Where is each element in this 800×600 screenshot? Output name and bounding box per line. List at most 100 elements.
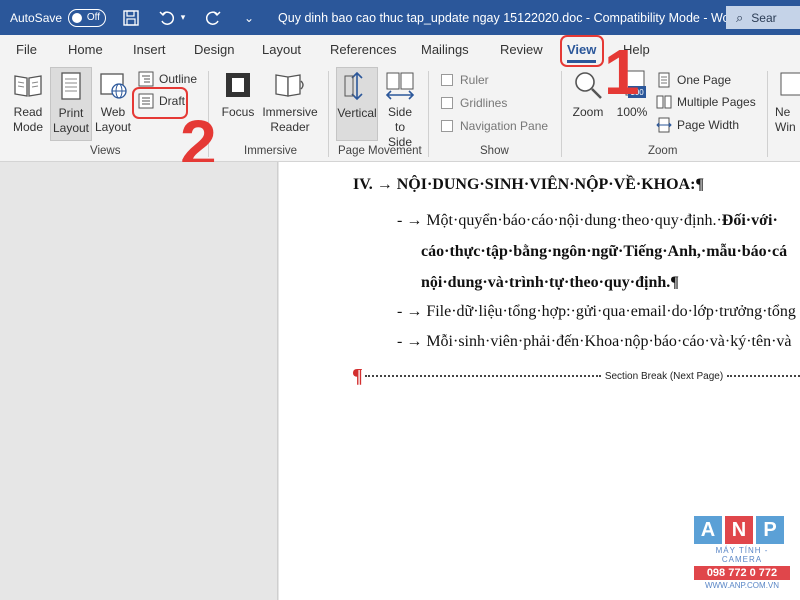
gridlines-check-box bbox=[441, 97, 453, 109]
magnifier-icon bbox=[572, 69, 604, 101]
save-icon[interactable] bbox=[120, 7, 142, 29]
pilcrow-mark: ¶ bbox=[352, 364, 363, 387]
group-divider bbox=[767, 71, 768, 157]
ribbon: Read Mode Print Layout Web Layout Outlin… bbox=[0, 65, 800, 162]
book-icon bbox=[12, 69, 44, 101]
page-width-icon bbox=[656, 117, 672, 133]
undo-dropdown-icon[interactable]: ▾ bbox=[178, 7, 188, 29]
tab-mailings[interactable]: Mailings bbox=[421, 42, 469, 57]
logo-phone: 098 772 0 772 bbox=[694, 566, 790, 580]
gridlines-label: Gridlines bbox=[460, 96, 508, 110]
group-divider bbox=[428, 71, 429, 157]
group-divider bbox=[561, 71, 562, 157]
tab-insert[interactable]: Insert bbox=[133, 42, 166, 57]
search-icon: ⌕ bbox=[736, 9, 744, 25]
section-break-dots bbox=[727, 375, 800, 377]
zoom-button[interactable]: Zoom bbox=[568, 69, 608, 120]
redo-icon[interactable] bbox=[202, 7, 224, 29]
bullet-1-line-2: cáo·thực·tập·bằng·ngôn·ngữ·Tiếng·Anh,·mẫ… bbox=[421, 243, 788, 260]
web-layout-label: Web Layout bbox=[94, 105, 132, 134]
focus-icon bbox=[222, 69, 254, 101]
section-break: ¶ Section Break (Next Page) bbox=[352, 365, 800, 387]
document-title: Quy dinh bao cao thuc tap_update ngay 15… bbox=[278, 10, 741, 25]
zoom-group-label: Zoom bbox=[648, 145, 678, 157]
bullet-2: - → File·dữ·liệu·tổng·hợp:·gửi·qua·email… bbox=[397, 303, 796, 320]
search-box[interactable]: ⌕ Sear bbox=[726, 6, 800, 29]
read-mode-label: Read Mode bbox=[12, 105, 44, 134]
logo-subtitle: MÁY TÍNH - CAMERA bbox=[715, 546, 769, 564]
tab-design[interactable]: Design bbox=[194, 42, 234, 57]
autosave-label: AutoSave bbox=[10, 10, 63, 25]
tab-references[interactable]: References bbox=[330, 42, 396, 57]
tab-file[interactable]: File bbox=[16, 42, 37, 57]
print-layout-button[interactable]: Print Layout bbox=[50, 67, 92, 141]
tab-review[interactable]: Review bbox=[500, 42, 543, 57]
views-group-label: Views bbox=[90, 145, 121, 157]
page-movement-group-label: Page Movement bbox=[338, 145, 422, 157]
toggle-knob bbox=[72, 12, 83, 23]
tab-home[interactable]: Home bbox=[68, 42, 103, 57]
side-to-side-icon bbox=[384, 69, 416, 101]
logo-letter-n: N bbox=[725, 516, 753, 544]
page-icon bbox=[55, 70, 87, 102]
group-divider bbox=[328, 71, 329, 157]
web-layout-button[interactable]: Web Layout bbox=[94, 69, 132, 135]
focus-button[interactable]: Focus bbox=[220, 69, 256, 120]
autosave-toggle[interactable]: Off bbox=[68, 8, 107, 27]
vertical-button[interactable]: Vertical bbox=[336, 67, 378, 141]
outline-button[interactable]: Outline bbox=[138, 69, 197, 89]
section-break-dots bbox=[364, 375, 601, 377]
gridlines-checkbox[interactable]: Gridlines bbox=[441, 93, 507, 113]
immersive-reader-label: Immersive Reader bbox=[262, 105, 318, 134]
one-page-icon bbox=[656, 72, 672, 88]
ruler-check-box bbox=[441, 74, 453, 86]
new-window-label: Ne Win bbox=[775, 105, 796, 134]
side-to-side-button[interactable]: Side to Side bbox=[382, 69, 418, 150]
new-window-button[interactable]: Ne Win bbox=[775, 69, 800, 135]
print-layout-label: Print Layout bbox=[52, 106, 90, 135]
multiple-pages-icon bbox=[656, 94, 672, 110]
page-width-label: Page Width bbox=[677, 118, 740, 132]
navigation-pane-checkbox[interactable]: Navigation Pane bbox=[441, 116, 548, 136]
multiple-pages-button[interactable]: Multiple Pages bbox=[656, 92, 756, 112]
focus-label: Focus bbox=[221, 105, 255, 119]
view-tab-highlight bbox=[560, 35, 604, 67]
page-width-button[interactable]: Page Width bbox=[656, 115, 739, 135]
outline-icon bbox=[138, 71, 154, 87]
side-to-side-label: Side to Side bbox=[387, 105, 413, 149]
immersive-reader-button[interactable]: Immersive Reader bbox=[260, 69, 320, 135]
globe-page-icon bbox=[97, 69, 129, 101]
navigation-pane-label: Navigation Pane bbox=[460, 119, 549, 133]
bullet-3: - → Mỗi·sinh·viên·phải·đến·Khoa·nộp·báo·… bbox=[397, 333, 792, 350]
bullet-1-bold-text: Đối·với· bbox=[721, 212, 778, 229]
ribbon-tabs: File Home Insert Design Layout Reference… bbox=[0, 35, 800, 65]
title-bar: AutoSave Off ▾ ⌄ Quy dinh bao cao thuc t… bbox=[0, 0, 800, 35]
ruler-label: Ruler bbox=[460, 73, 489, 87]
bullet-1-text: - → Một·quyển·báo·cáo·nội·dung·theo·quy·… bbox=[397, 212, 722, 229]
one-page-label: One Page bbox=[677, 73, 732, 87]
bullet-1-line-1: - → Một·quyển·báo·cáo·nội·dung·theo·quy·… bbox=[397, 212, 778, 230]
immersive-group-label: Immersive bbox=[244, 145, 298, 157]
anp-watermark-logo: A N P MÁY TÍNH - CAMERA 098 772 0 772 WW… bbox=[694, 516, 790, 594]
navigation-pane-check-box bbox=[441, 120, 453, 132]
search-label: Sear bbox=[751, 10, 777, 25]
vertical-label: Vertical bbox=[337, 106, 377, 120]
one-page-button[interactable]: One Page bbox=[656, 70, 731, 90]
read-mode-button[interactable]: Read Mode bbox=[10, 69, 46, 135]
customize-toolbar-icon[interactable]: ⌄ bbox=[238, 7, 260, 29]
immersive-reader-icon bbox=[274, 69, 306, 101]
bullet-1-line-3: nội·dung·và·trình·tự·theo·quy·định.¶ bbox=[421, 274, 679, 291]
zoom-label: Zoom bbox=[572, 105, 604, 119]
logo-letter-a: A bbox=[694, 516, 722, 544]
logo-letter-p: P bbox=[756, 516, 784, 544]
tab-layout[interactable]: Layout bbox=[262, 42, 301, 57]
section-break-label: Section Break (Next Page) bbox=[604, 370, 724, 382]
toggle-state: Off bbox=[86, 12, 101, 23]
new-window-icon bbox=[775, 69, 800, 101]
multiple-pages-label: Multiple Pages bbox=[677, 95, 756, 109]
ruler-checkbox[interactable]: Ruler bbox=[441, 70, 489, 90]
outline-label: Outline bbox=[159, 72, 198, 86]
undo-icon[interactable] bbox=[156, 7, 178, 29]
show-group-label: Show bbox=[480, 145, 509, 157]
document-margin-area bbox=[0, 162, 278, 600]
